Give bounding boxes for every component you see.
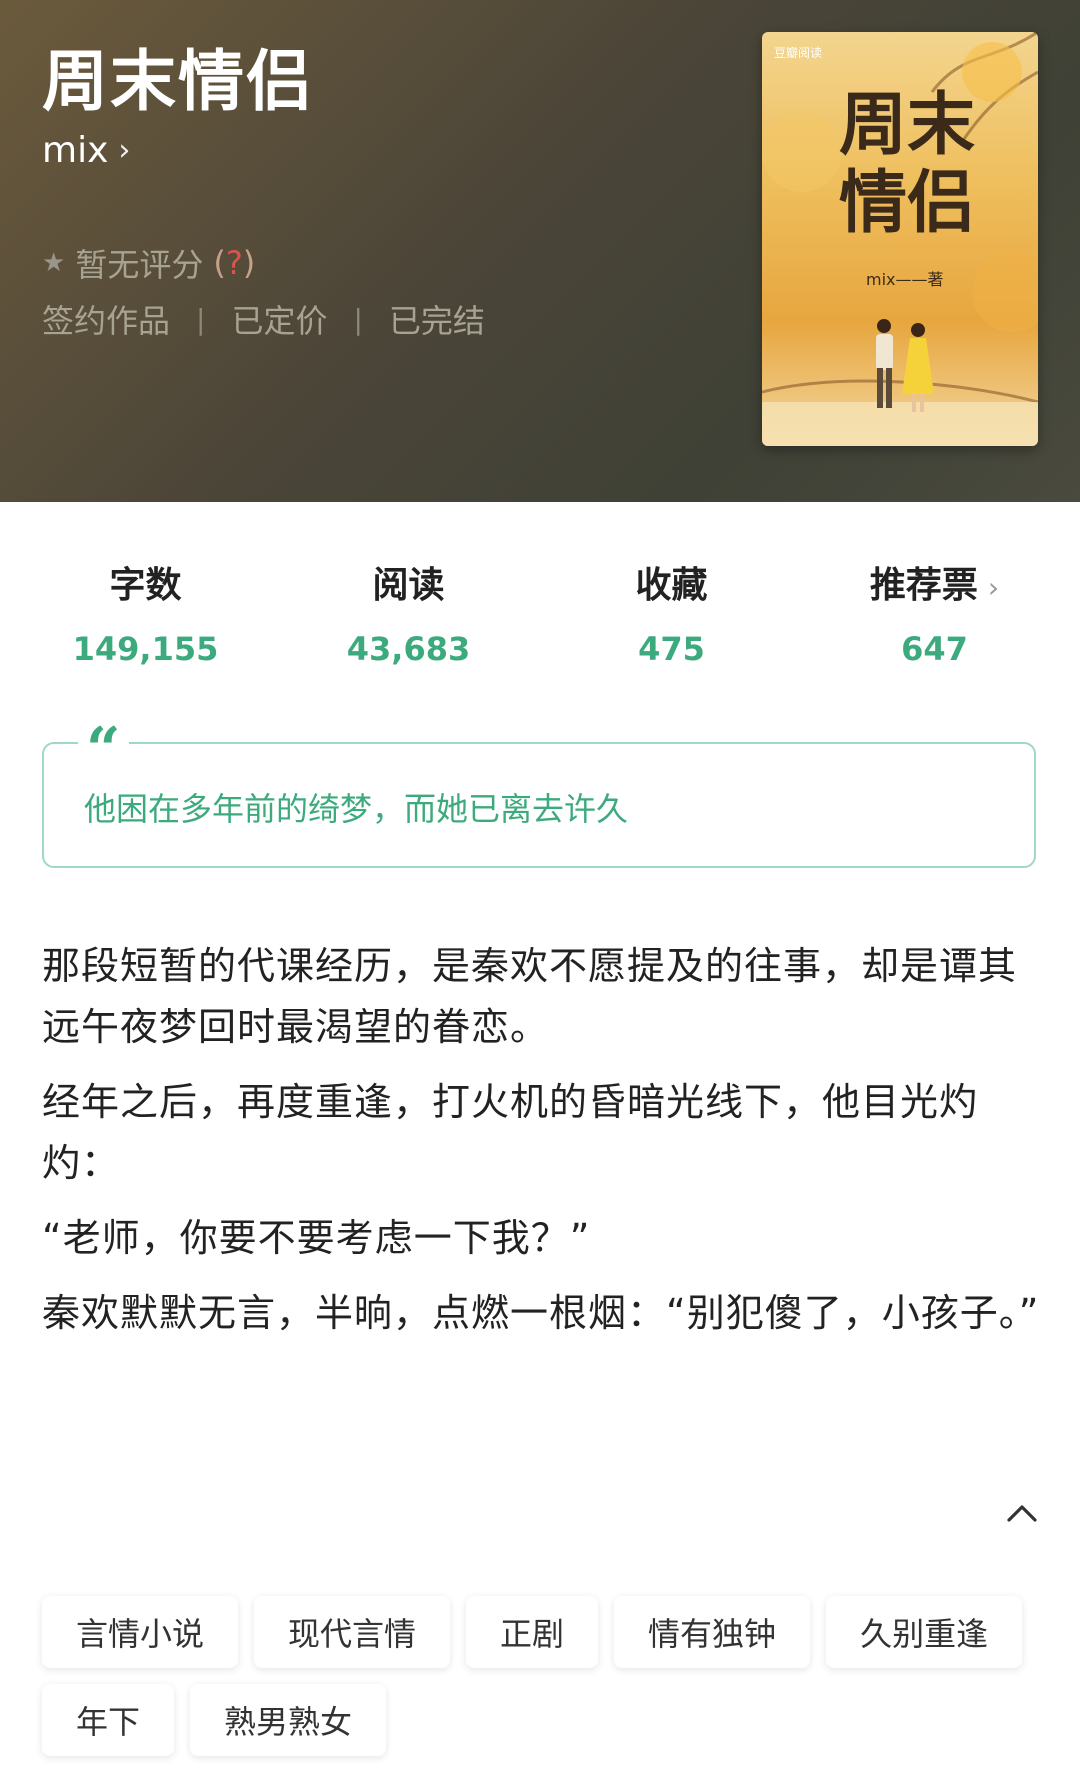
book-header: 周末情侣 mix › ★ 暂无评分 (?) 签约作品 | 已定价 | 已完结 豆… bbox=[0, 0, 1080, 502]
stat-reads: 阅读 43,683 bbox=[277, 556, 540, 668]
book-title: 周末情侣 bbox=[42, 43, 314, 120]
rating-row: ★ 暂无评分 (?) bbox=[42, 240, 255, 286]
tagline-box: “ 他困在多年前的绮梦，而她已离去许久 bbox=[42, 720, 1036, 868]
stat-recommend-votes[interactable]: 推荐票 › 647 bbox=[803, 556, 1066, 668]
tag-chip[interactable]: 久别重逢 bbox=[826, 1596, 1023, 1668]
quote-icon: “ bbox=[78, 720, 129, 780]
stat-word-count: 字数 149,155 bbox=[14, 556, 277, 668]
tag-chip[interactable]: 现代言情 bbox=[254, 1596, 451, 1668]
badge-finished: 已完结 bbox=[388, 302, 485, 340]
rating-text: 暂无评分 bbox=[75, 246, 204, 284]
tag-chip[interactable]: 言情小说 bbox=[42, 1596, 239, 1668]
couple-illustration bbox=[876, 319, 934, 412]
cover-title: 周末情侣 bbox=[838, 85, 975, 243]
author-name: mix bbox=[42, 130, 109, 171]
stat-value: 475 bbox=[638, 630, 705, 668]
cover-brand: 豆瓣阅读 bbox=[774, 46, 823, 60]
book-description: 那段短暂的代课经历，是秦欢不愿提及的往事，却是谭其远午夜梦回时最渴望的眷恋。 经… bbox=[42, 936, 1042, 1358]
chevron-right-icon: › bbox=[987, 571, 1000, 604]
stat-value: 43,683 bbox=[346, 630, 471, 668]
badge-priced: 已定价 bbox=[231, 302, 328, 340]
tag-chip[interactable]: 情有独钟 bbox=[614, 1596, 811, 1668]
badge-signed: 签约作品 bbox=[42, 302, 171, 340]
description-paragraph: 那段短暂的代课经历，是秦欢不愿提及的往事，却是谭其远午夜梦回时最渴望的眷恋。 bbox=[42, 944, 1018, 1049]
chevron-right-icon: › bbox=[118, 133, 131, 168]
stat-label: 字数 bbox=[109, 565, 182, 606]
tag-chip[interactable]: 年下 bbox=[42, 1684, 175, 1756]
tag-list: 言情小说 现代言情 正剧 情有独钟 久别重逢 年下 熟男熟女 bbox=[42, 1596, 1042, 1756]
stat-favorites: 收藏 475 bbox=[540, 556, 803, 668]
stat-label: 推荐票 › bbox=[869, 565, 1000, 606]
stat-label: 阅读 bbox=[372, 565, 445, 606]
tagline-text: 他困在多年前的绮梦，而她已离去许久 bbox=[84, 790, 629, 828]
book-badges: 签约作品 | 已定价 | 已完结 bbox=[42, 296, 485, 342]
chevron-up-icon bbox=[1007, 1505, 1037, 1522]
stat-label: 收藏 bbox=[635, 565, 708, 606]
stats-row: 字数 149,155 阅读 43,683 收藏 475 推荐票 › 647 bbox=[0, 556, 1080, 668]
author-link[interactable]: mix › bbox=[42, 130, 130, 171]
description-paragraph: 经年之后，再度重逢，打火机的昏暗光线下，他目光灼灼： bbox=[42, 1080, 979, 1185]
star-icon: ★ bbox=[42, 248, 66, 278]
book-cover[interactable]: 豆瓣阅读 周末情侣 mix——著 bbox=[762, 32, 1038, 446]
description-paragraph: “老师，你要不要考虑一下我？” bbox=[42, 1216, 591, 1260]
tag-chip[interactable]: 熟男熟女 bbox=[190, 1684, 387, 1756]
divider: | bbox=[196, 302, 206, 336]
divider: | bbox=[353, 302, 363, 336]
stat-value: 647 bbox=[901, 630, 968, 668]
tag-chip[interactable]: 正剧 bbox=[466, 1596, 599, 1668]
stat-value: 149,155 bbox=[72, 630, 219, 668]
description-paragraph: 秦欢默默无言，半晌，点燃一根烟：“别犯傻了，小孩子。” bbox=[42, 1291, 1040, 1335]
cover-author: mix——著 bbox=[866, 270, 944, 289]
collapse-button[interactable] bbox=[1006, 1496, 1038, 1531]
rating-help-button[interactable]: (?) bbox=[213, 244, 255, 282]
